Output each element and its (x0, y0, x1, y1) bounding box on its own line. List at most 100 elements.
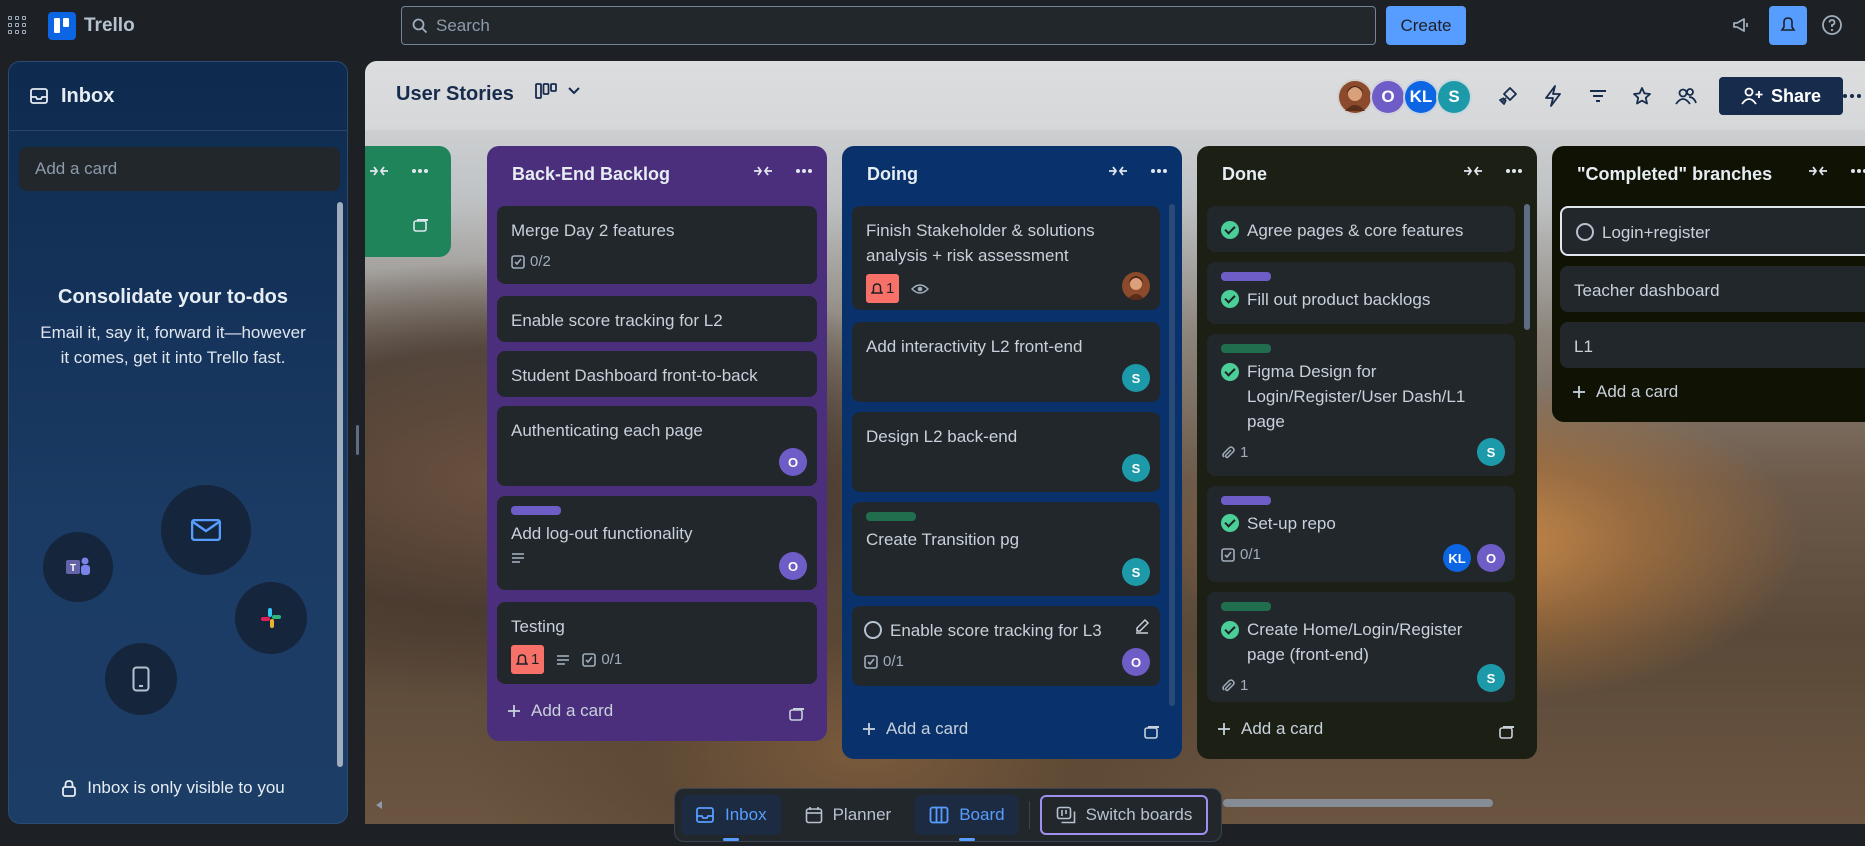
teams-icon[interactable]: T (43, 532, 113, 602)
complete-check-icon[interactable] (1221, 621, 1239, 639)
list-scrollbar[interactable] (1524, 204, 1530, 330)
card[interactable]: Enable score tracking for L2 (497, 296, 817, 342)
template-icon[interactable] (1499, 725, 1515, 741)
card-member-avatar[interactable]: S (1122, 454, 1150, 482)
list-menu-icon[interactable] (1505, 168, 1523, 174)
card-label[interactable] (1221, 496, 1271, 505)
card-member-avatar[interactable]: O (779, 552, 807, 580)
card[interactable]: Enable score tracking for L3 0/1 O (852, 606, 1160, 686)
search-input[interactable] (436, 15, 1375, 36)
card[interactable]: Merge Day 2 features 0/2 (497, 206, 817, 284)
star-icon[interactable] (1629, 83, 1655, 109)
member-avatar-photo[interactable] (1337, 79, 1373, 115)
list-menu-icon[interactable] (795, 168, 813, 174)
card-member-avatar[interactable]: O (1122, 648, 1150, 676)
card-label[interactable] (1221, 344, 1271, 353)
collapse-list-icon[interactable] (1463, 164, 1483, 178)
panel-resize-handle[interactable] (356, 425, 359, 455)
mobile-icon[interactable] (105, 643, 177, 715)
card-member-avatar[interactable]: O (1477, 544, 1505, 572)
collapse-list-icon[interactable] (1108, 164, 1128, 178)
complete-check-icon[interactable] (1221, 221, 1239, 239)
visibility-icon[interactable] (1673, 83, 1699, 109)
card[interactable]: Create Transition pg S (852, 502, 1160, 596)
inbox-add-card-input[interactable]: Add a card (19, 147, 340, 191)
template-icon[interactable] (413, 218, 429, 234)
add-card-button[interactable]: Add a card (862, 719, 968, 739)
card[interactable]: Authenticating each page O (497, 406, 817, 486)
list-menu-icon[interactable] (411, 168, 429, 174)
power-ups-icon[interactable] (1495, 83, 1521, 109)
template-icon[interactable] (1144, 725, 1160, 741)
card-member-avatar[interactable]: S (1122, 364, 1150, 392)
card[interactable]: Finish Stakeholder & solutions analysis … (852, 206, 1160, 310)
member-avatar-kl[interactable]: KL (1403, 79, 1439, 115)
collapse-list-icon[interactable] (369, 164, 389, 178)
add-card-button[interactable]: Add a card (1217, 719, 1323, 739)
card[interactable]: Set-up repo 0/1 KL O (1207, 486, 1515, 582)
card[interactable]: Teacher dashboard (1560, 266, 1865, 312)
nav-board[interactable]: Board (915, 795, 1019, 841)
card[interactable]: Design L2 back-end S (852, 412, 1160, 492)
card[interactable]: Add log-out functionality O (497, 496, 817, 590)
share-button[interactable]: Share (1719, 77, 1843, 115)
collapse-list-icon[interactable] (753, 164, 773, 178)
list-scrollbar[interactable] (1169, 204, 1175, 706)
add-card-button[interactable]: Add a card (1572, 382, 1678, 402)
member-avatar-s[interactable]: S (1436, 79, 1472, 115)
edit-icon[interactable] (1134, 618, 1150, 634)
card-label[interactable] (866, 512, 916, 521)
trello-logo[interactable]: Trello (48, 12, 135, 40)
megaphone-icon[interactable] (1728, 12, 1754, 38)
card[interactable]: Create Home/Login/Register page (front-e… (1207, 592, 1515, 702)
notification-badge[interactable]: 1 (511, 645, 545, 674)
app-switcher-icon[interactable] (8, 16, 26, 34)
card-label[interactable] (1221, 272, 1271, 281)
list-menu-icon[interactable] (1850, 168, 1865, 174)
slack-icon[interactable] (235, 582, 307, 654)
card[interactable]: Agree pages & core features (1207, 206, 1515, 252)
add-card-button[interactable]: Add a card (507, 701, 613, 721)
card-member-avatar-photo[interactable] (1122, 272, 1150, 300)
card-member-avatar[interactable]: O (779, 448, 807, 476)
card[interactable]: Student Dashboard front-to-back (497, 351, 817, 397)
card-member-avatar[interactable]: S (1477, 438, 1505, 466)
card[interactable]: Testing 1 0/1 (497, 602, 817, 684)
card-member-avatar[interactable]: KL (1443, 544, 1471, 572)
filter-icon[interactable] (1585, 83, 1611, 109)
search-bar[interactable] (401, 6, 1376, 45)
template-icon[interactable] (789, 707, 805, 723)
card[interactable]: Fill out product backlogs (1207, 262, 1515, 324)
create-button[interactable]: Create (1386, 6, 1466, 45)
notification-badge[interactable]: 1 (866, 274, 900, 303)
card-label[interactable] (511, 506, 561, 515)
nav-planner[interactable]: Planner (791, 795, 906, 835)
automation-icon[interactable] (1540, 83, 1566, 109)
complete-check-icon[interactable] (1221, 514, 1239, 532)
card-member-avatar[interactable]: S (1477, 664, 1505, 692)
complete-check-icon[interactable] (1221, 290, 1239, 308)
scroll-left-arrow[interactable] (375, 797, 383, 809)
collapse-list-icon[interactable] (1808, 164, 1828, 178)
card[interactable]: Figma Design for Login/Register/User Das… (1207, 334, 1515, 476)
help-icon[interactable] (1819, 12, 1845, 38)
complete-checkbox[interactable] (864, 621, 882, 639)
more-menu-icon[interactable] (1839, 83, 1865, 109)
card[interactable]: Login+register (1560, 206, 1865, 256)
notifications-button[interactable] (1769, 6, 1807, 45)
nav-switch-boards[interactable]: Switch boards (1039, 795, 1209, 835)
board-horizontal-scrollbar[interactable] (1223, 799, 1493, 807)
list-menu-icon[interactable] (1150, 168, 1168, 174)
nav-inbox[interactable]: Inbox (681, 795, 781, 841)
member-avatar-o[interactable]: O (1370, 79, 1406, 115)
card[interactable]: L1 (1560, 322, 1865, 368)
board-view-switcher[interactable] (535, 83, 581, 99)
card-label[interactable] (1221, 602, 1271, 611)
inbox-scrollbar[interactable] (337, 202, 343, 767)
email-icon[interactable] (161, 485, 251, 575)
card-member-avatar[interactable]: S (1122, 558, 1150, 586)
board-title[interactable]: User Stories (396, 83, 514, 106)
board-members[interactable]: O KL S (1337, 79, 1472, 115)
complete-checkbox[interactable] (1576, 223, 1594, 241)
complete-check-icon[interactable] (1221, 363, 1239, 381)
